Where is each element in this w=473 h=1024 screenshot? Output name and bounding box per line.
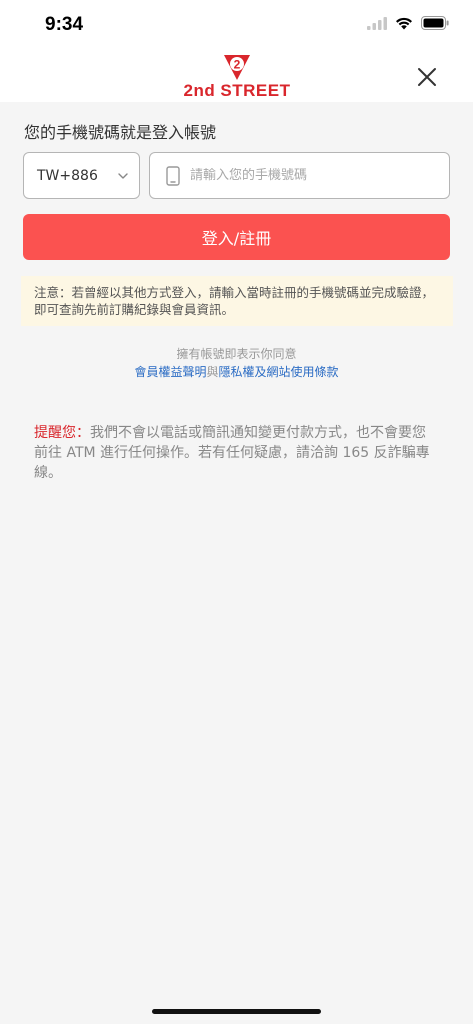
warning-label: 提醒您： — [34, 425, 90, 441]
logo-text: 2nd STREET — [183, 81, 291, 100]
agreement-links: 會員權益聲明與隱私權及網站使用條款 — [0, 363, 473, 380]
notice-box: 注意：若曾經以其他方式登入，請輸入當時註冊的手機號碼並完成驗證，即可查詢先前訂購… — [21, 276, 453, 326]
close-button[interactable] — [412, 62, 442, 92]
phone-input[interactable] — [190, 168, 430, 183]
chevron-down-icon — [118, 173, 128, 179]
home-indicator — [152, 1009, 321, 1014]
brand-logo: 2 2nd STREET — [180, 53, 294, 100]
mobile-phone-icon — [166, 165, 180, 186]
agreement-text: 擁有帳號即表示你同意 — [176, 347, 297, 361]
logo-mark-icon: 2 — [224, 55, 250, 80]
close-icon — [418, 68, 436, 86]
status-time: 9:34 — [45, 14, 84, 35]
signal-icon — [367, 16, 387, 30]
status-icons — [367, 16, 449, 30]
country-code-select[interactable]: TW+886 — [23, 152, 140, 199]
member-rights-link[interactable]: 會員權益聲明 — [134, 365, 206, 379]
status-bar: 9:34 — [0, 0, 473, 52]
battery-icon — [421, 16, 449, 30]
privacy-terms-link[interactable]: 隱私權及網站使用條款 — [219, 365, 339, 379]
fraud-warning: 提醒您：我們不會以電話或簡訊通知變更付款方式，也不會要您前往 ATM 進行任何操… — [34, 423, 439, 483]
login-title: 您的手機號碼就是登入帳號 — [24, 123, 217, 142]
logo-mark-text: 2 — [234, 58, 241, 72]
phone-field[interactable] — [149, 152, 450, 199]
agreement-joiner: 與 — [206, 365, 219, 379]
wifi-icon — [396, 17, 412, 30]
warning-text: 我們不會以電話或簡訊通知變更付款方式，也不會要您前往 ATM 進行任何操作。若有… — [34, 425, 430, 481]
header: 2 2nd STREET — [0, 52, 473, 102]
login-register-button[interactable]: 登入/註冊 — [23, 214, 450, 260]
country-code-value: TW+886 — [37, 167, 98, 184]
